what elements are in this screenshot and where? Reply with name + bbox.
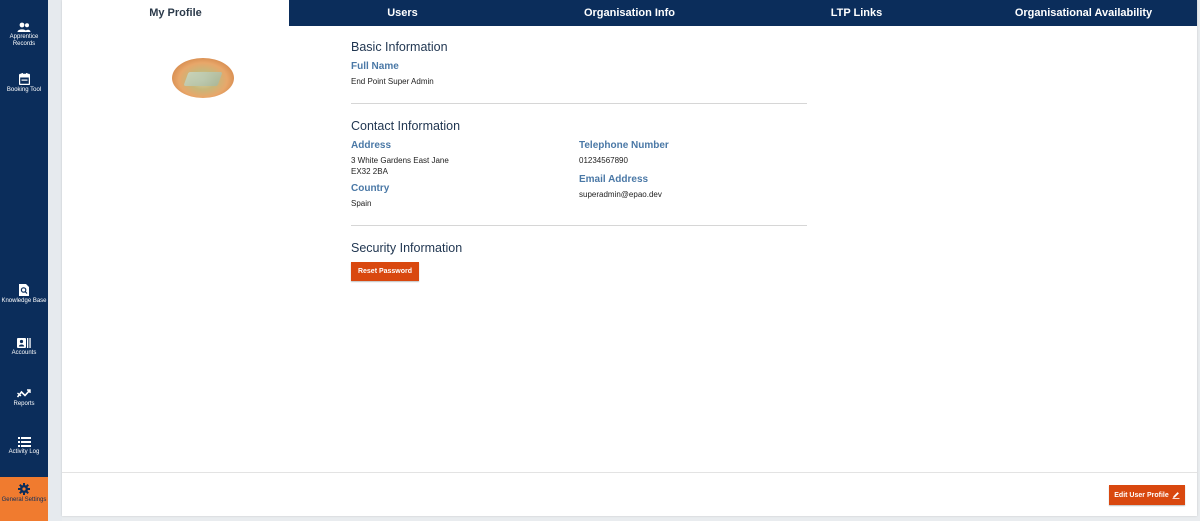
chart-trend-icon xyxy=(17,389,31,398)
address-line-1: 3 White Gardens East Jane xyxy=(351,156,449,165)
sidebar-item-booking-tool[interactable]: Booking Tool xyxy=(0,73,48,94)
content-gutter xyxy=(48,0,62,521)
avatar xyxy=(172,58,234,98)
sidebar-item-label: Booking Tool xyxy=(6,87,42,93)
sidebar-item-accounts[interactable]: Accounts xyxy=(0,338,48,357)
sidebar-item-knowledge-base[interactable]: Knowledge Base xyxy=(0,284,48,305)
sidebar-item-label: Accounts xyxy=(11,350,37,356)
tab-users[interactable]: Users xyxy=(289,0,516,26)
sidebar-item-label: Reports xyxy=(13,401,35,407)
full-name-label: Full Name xyxy=(351,61,399,72)
gear-icon xyxy=(18,483,30,495)
sidebar-item-label: Activity Log xyxy=(8,449,40,455)
telephone-value: 01234567890 xyxy=(579,156,628,165)
edit-user-profile-button[interactable]: Edit User Profile xyxy=(1109,485,1185,505)
document-search-icon xyxy=(19,284,29,296)
sidebar: Apprentice Records Booking Tool Knowledg… xyxy=(0,0,48,521)
security-information-heading: Security Information xyxy=(351,241,463,255)
country-label: Country xyxy=(351,183,390,194)
sidebar-item-apprentice-records[interactable]: Apprentice Records xyxy=(0,22,48,48)
section-divider xyxy=(351,103,807,104)
sidebar-item-reports[interactable]: Reports xyxy=(0,389,48,408)
sidebar-item-general-settings[interactable]: General Settings xyxy=(0,477,48,521)
sidebar-item-label: General Settings xyxy=(1,497,47,503)
footer-bar: Edit User Profile xyxy=(62,472,1197,516)
section-divider xyxy=(351,225,807,226)
sidebar-item-label: Knowledge Base xyxy=(1,298,47,304)
basic-information-heading: Basic Information xyxy=(351,40,448,54)
tab-my-profile[interactable]: My Profile xyxy=(62,0,289,26)
country-value: Spain xyxy=(351,199,372,208)
calendar-icon xyxy=(18,73,30,85)
address-label: Address xyxy=(351,140,392,151)
contact-information-heading: Contact Information xyxy=(351,119,461,133)
avatar-photo-detail xyxy=(183,72,223,86)
email-value: superadmin@epao.dev xyxy=(579,190,662,199)
email-label: Email Address xyxy=(579,174,649,185)
pencil-icon xyxy=(1172,492,1180,499)
id-card-icon xyxy=(17,338,31,348)
tab-ltp-links[interactable]: LTP Links xyxy=(743,0,970,26)
contact-left-column: Address 3 White Gardens East Jane EX32 2… xyxy=(351,140,571,209)
telephone-label: Telephone Number xyxy=(579,140,669,151)
address-line-2: EX32 2BA xyxy=(351,167,388,176)
tab-organisational-availability[interactable]: Organisational Availability xyxy=(970,0,1197,26)
contact-right-column: Telephone Number 01234567890 Email Addre… xyxy=(579,140,799,200)
full-name-value: End Point Super Admin xyxy=(351,77,434,86)
contact-fields: Address 3 White Gardens East Jane EX32 2… xyxy=(351,140,807,225)
users-icon xyxy=(17,22,31,32)
tab-organisation-info[interactable]: Organisation Info xyxy=(516,0,743,26)
reset-password-button[interactable]: Reset Password xyxy=(351,262,419,281)
profile-content: Basic Information Full Name End Point Su… xyxy=(351,40,807,281)
tab-bar: My Profile Users Organisation Info LTP L… xyxy=(62,0,1197,26)
main-panel: My Profile Users Organisation Info LTP L… xyxy=(62,0,1197,516)
edit-user-profile-label: Edit User Profile xyxy=(1114,491,1169,499)
list-icon xyxy=(17,437,31,447)
sidebar-item-activity-log[interactable]: Activity Log xyxy=(0,437,48,456)
sidebar-item-label: Apprentice Records xyxy=(9,34,39,47)
